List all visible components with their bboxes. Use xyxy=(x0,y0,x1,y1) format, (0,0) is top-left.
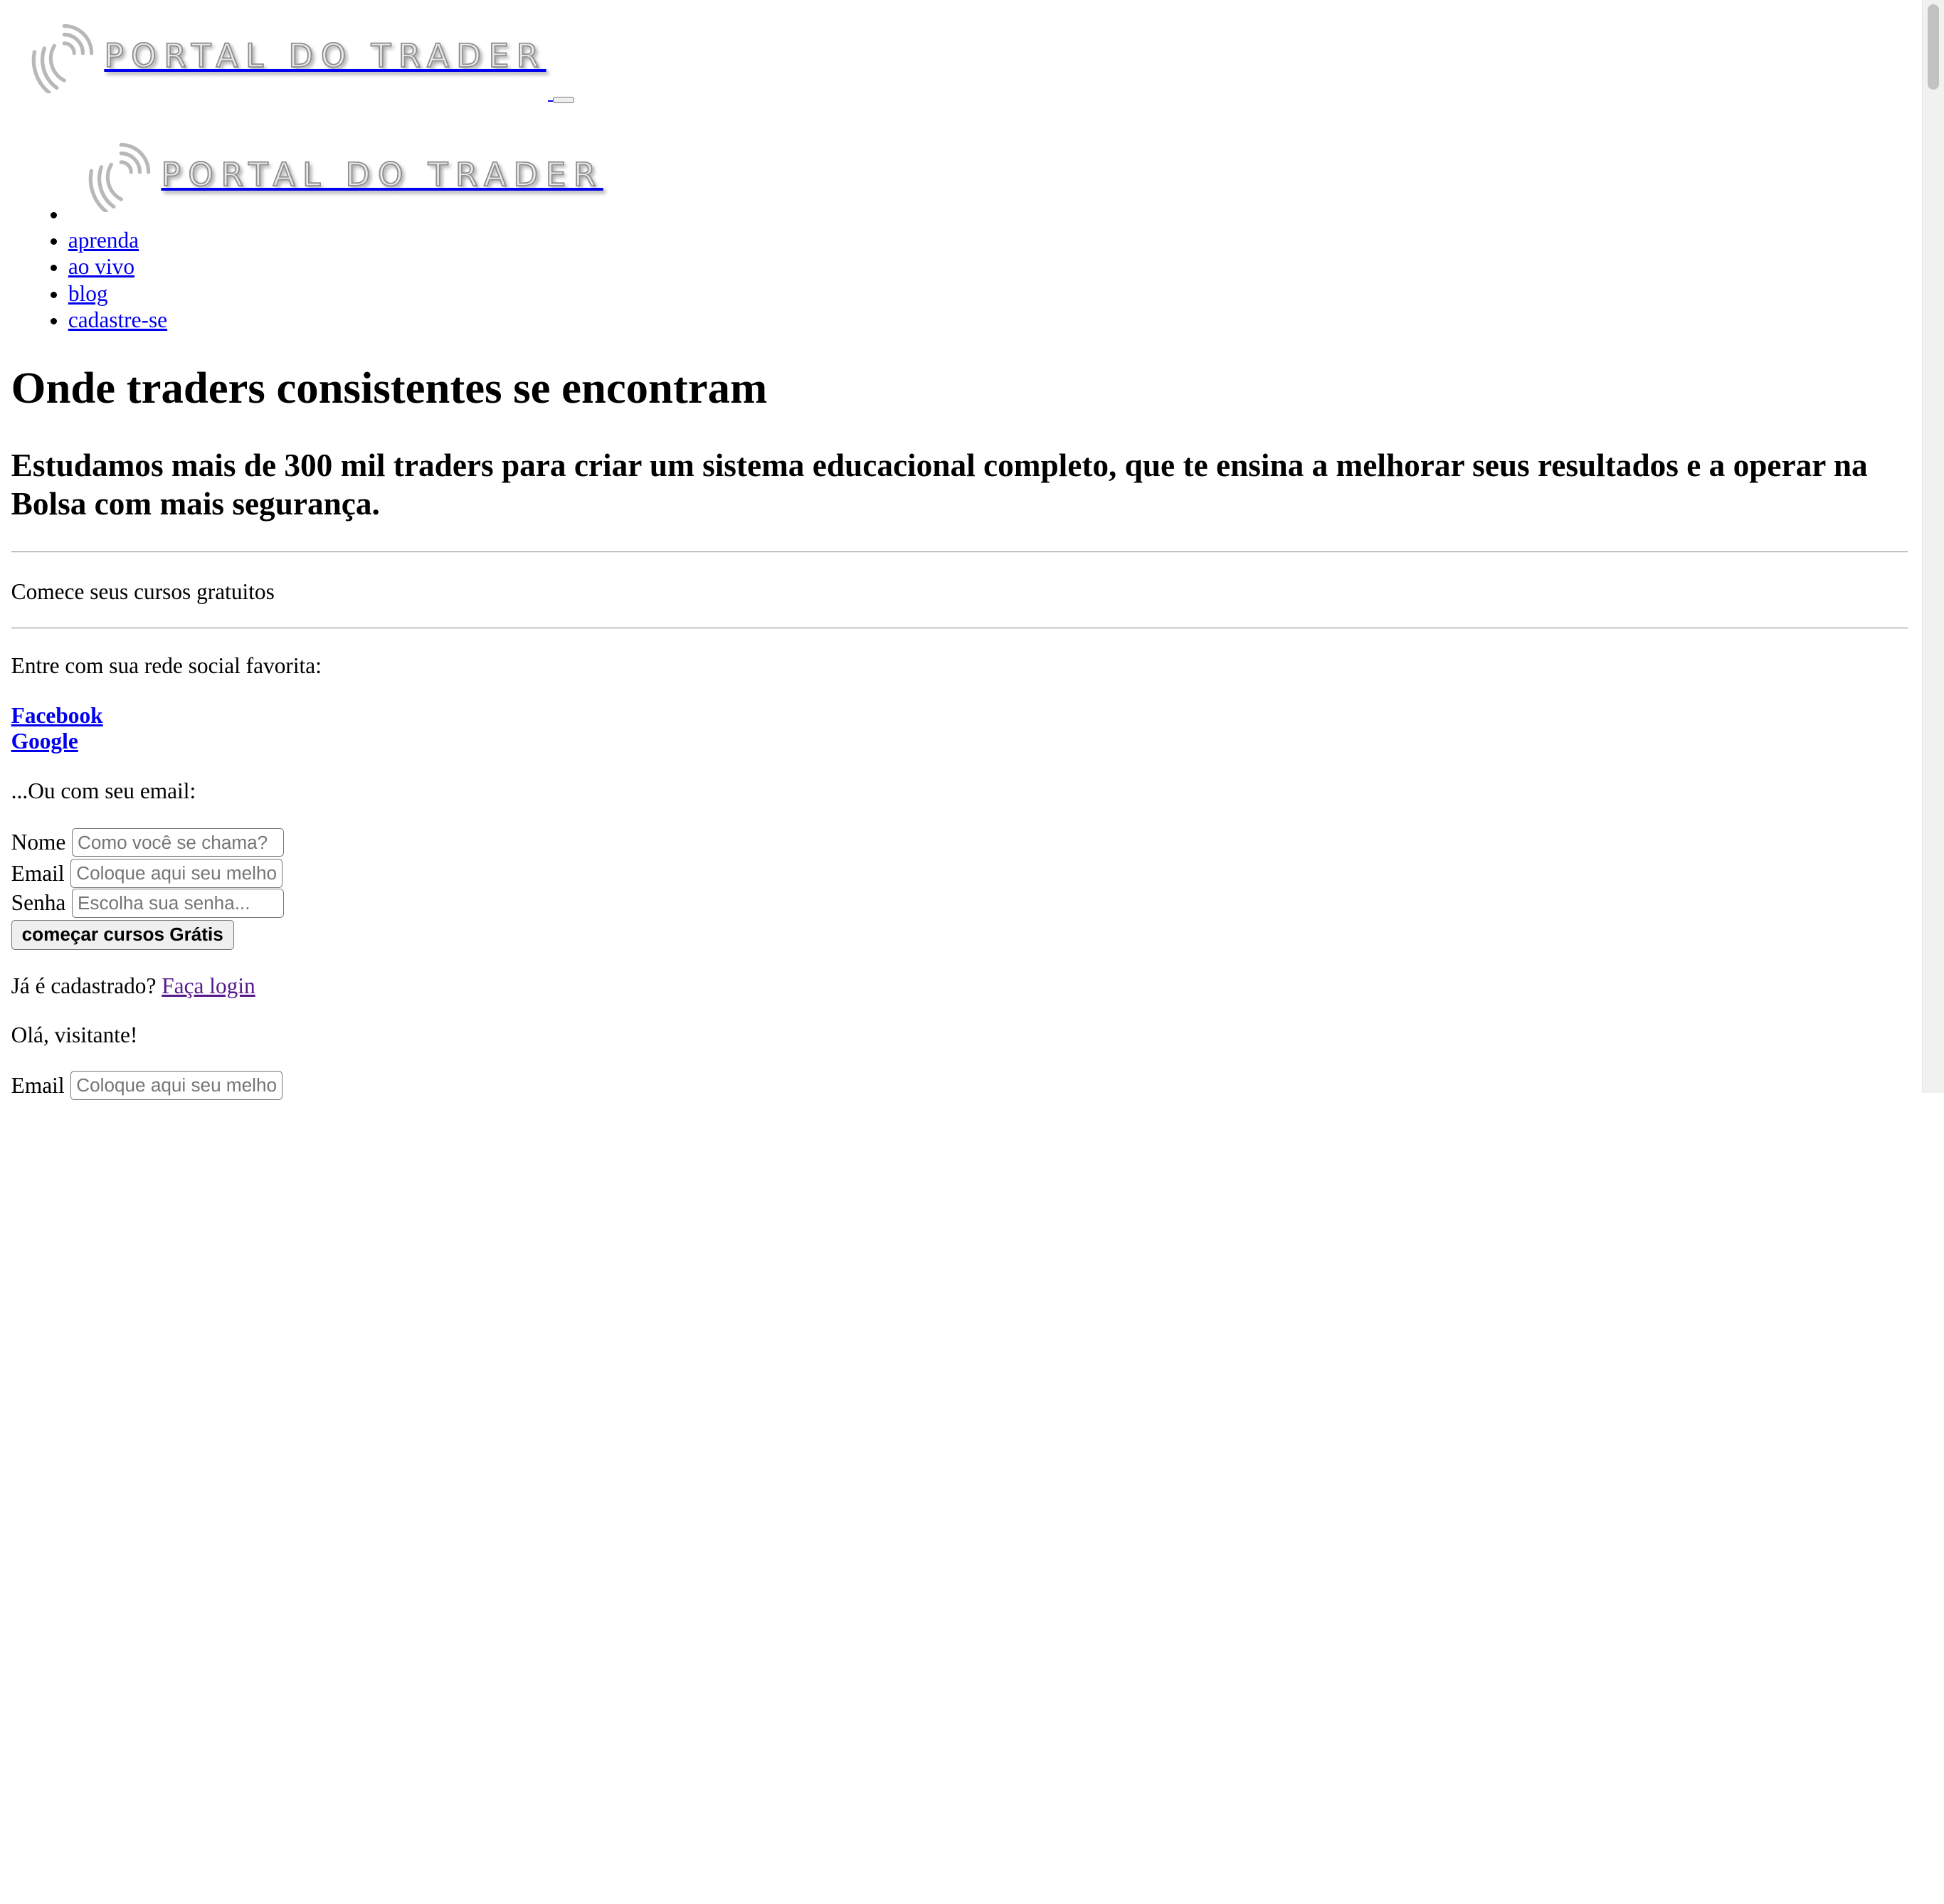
menu-toggle-link[interactable] xyxy=(548,100,554,102)
nav-item-ao-vivo: ao vivo xyxy=(68,253,167,280)
start-courses-button[interactable]: começar cursos Grátis xyxy=(11,919,234,950)
divider xyxy=(11,627,1908,629)
nav-item-cadastre-se: cadastre-se xyxy=(68,307,167,333)
login-email-row: Email xyxy=(11,1071,283,1100)
password-input[interactable] xyxy=(72,889,285,918)
password-label: Senha xyxy=(11,890,66,916)
social-buttons: Facebook Google xyxy=(11,703,103,755)
nav-item-blog: blog xyxy=(68,280,167,307)
scrollbar-thumb[interactable] xyxy=(1928,4,1939,90)
email-input[interactable] xyxy=(70,859,283,888)
menu-toggle-button[interactable] xyxy=(553,96,574,103)
vertical-scrollbar[interactable] xyxy=(1922,0,1944,1093)
hero-title: Onde traders consistentes se encontram xyxy=(11,362,768,413)
signal-logo-icon xyxy=(32,23,94,93)
name-label: Nome xyxy=(11,830,66,855)
already-registered: Já é cadastrado? Faça login xyxy=(11,973,255,999)
facebook-login-link[interactable]: Facebook xyxy=(11,703,103,729)
login-link[interactable]: Faça login xyxy=(162,973,255,998)
menu-toggle[interactable] xyxy=(548,96,574,103)
signup-section-label: Comece seus cursos gratuitos xyxy=(11,578,275,604)
already-registered-text: Já é cadastrado? xyxy=(11,973,157,998)
nav-item-aprenda: aprenda xyxy=(68,227,167,253)
nav-link-cadastre-se[interactable]: cadastre-se xyxy=(68,307,167,332)
email-row: Email xyxy=(11,859,283,888)
nav-link-aprenda[interactable]: aprenda xyxy=(68,228,139,253)
email-prompt: ...Ou com seu email: xyxy=(11,778,196,804)
hero-subtitle: Estudamos mais de 300 mil traders para c… xyxy=(11,448,1868,522)
email-label: Email xyxy=(11,860,65,886)
login-greeting: Olá, visitante! xyxy=(11,1022,138,1048)
name-input[interactable] xyxy=(72,827,285,857)
nav-link-blog[interactable]: blog xyxy=(68,281,108,306)
nav-link-ao-vivo[interactable]: ao vivo xyxy=(68,254,134,279)
password-row: Senha xyxy=(11,889,285,918)
main-nav: aprenda ao vivo blog cadastre-se xyxy=(0,201,167,333)
divider xyxy=(11,551,1908,554)
page: PORTAL DO TRADER PORTAL DO TRADER ap xyxy=(0,0,1944,1904)
name-row: Nome xyxy=(11,827,285,857)
site-logo[interactable]: PORTAL DO TRADER xyxy=(27,18,546,93)
login-email-input[interactable] xyxy=(70,1071,283,1100)
nav-item-empty xyxy=(68,201,167,227)
logo-wordmark: PORTAL DO TRADER xyxy=(161,155,603,194)
social-prompt: Entre com sua rede social favorita: xyxy=(11,653,322,679)
logo-wordmark: PORTAL DO TRADER xyxy=(103,36,546,75)
login-email-label: Email xyxy=(11,1072,65,1098)
google-login-link[interactable]: Google xyxy=(11,729,103,755)
